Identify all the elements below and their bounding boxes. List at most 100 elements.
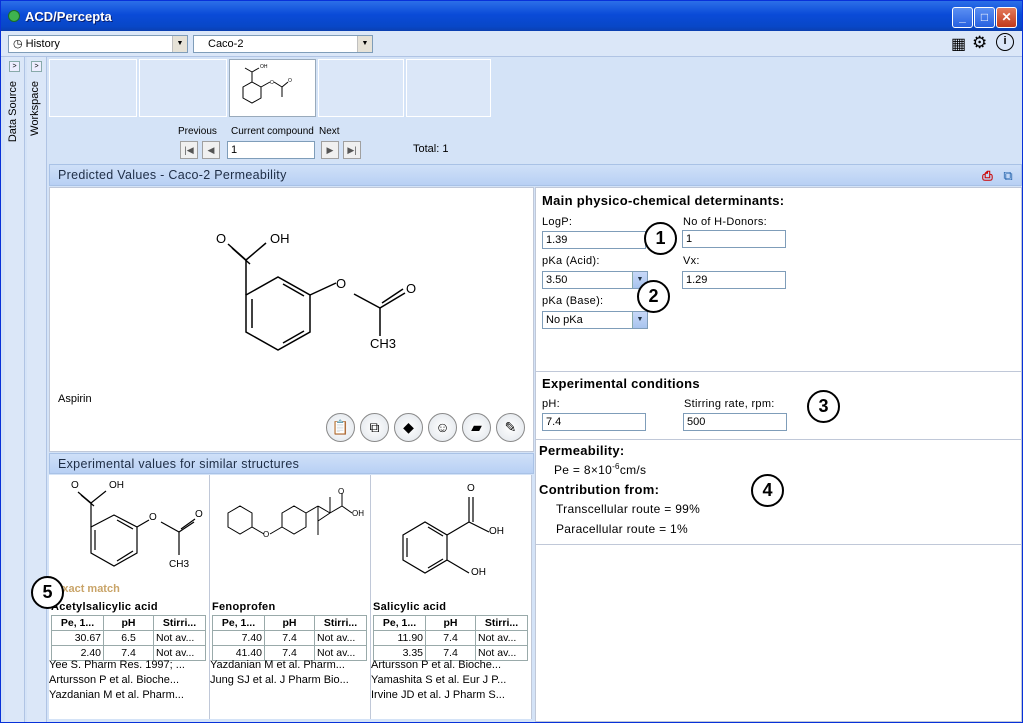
contribution-heading: Contribution from:: [539, 482, 660, 497]
thumbnail-slot[interactable]: [139, 59, 227, 117]
title-bar: ACD/Percepta _ □ ✕: [1, 1, 1022, 31]
clock-icon: ◷: [13, 38, 26, 50]
previous-label: Previous: [178, 126, 217, 137]
toolbar: ◷ History ▼ Caco-2 ▼ ▦ ⚙ i: [1, 31, 1022, 57]
database-icon[interactable]: ◆: [394, 413, 423, 442]
calculator-icon[interactable]: ▦: [951, 34, 966, 54]
open-folder-icon[interactable]: ▰: [462, 413, 491, 442]
pka-acid-label: pKa (Acid):: [542, 255, 600, 267]
vx-field[interactable]: 1.29: [682, 271, 786, 289]
copy-icon[interactable]: ⧉: [1003, 166, 1013, 186]
ester-o-label: O: [336, 276, 347, 291]
similar-name: Acetylsalicylic acid: [51, 601, 158, 613]
similar-header: Experimental values for similar structur…: [49, 453, 534, 474]
reference-text: Yazdanian M et al. Pharm...: [49, 689, 184, 701]
svg-text:O: O: [288, 78, 292, 84]
similar-compound-card[interactable]: O O OH Fenoprofen Pe, 1... pH Stirri... 7.…: [210, 475, 371, 719]
transcellular-text: Transcellular route = 99%: [556, 502, 701, 516]
o-label: O: [467, 483, 475, 494]
data-source-tab[interactable]: > Data Source: [5, 57, 25, 722]
ch3-label: CH3: [169, 559, 190, 570]
reference-text: Artursson P et al. Bioche...: [371, 659, 502, 671]
workspace-tab[interactable]: > Workspace: [27, 57, 47, 722]
current-compound-input[interactable]: 1: [227, 141, 315, 159]
chevron-down-icon[interactable]: ▼: [357, 36, 372, 52]
history-label: History: [25, 38, 60, 50]
module-dropdown[interactable]: Caco-2 ▼: [193, 35, 373, 53]
similar-name: Fenoprofen: [212, 601, 276, 613]
o-label: O: [263, 530, 270, 539]
divider: [536, 544, 1021, 545]
table-row: 30.67 6.5 Not av...: [51, 630, 206, 646]
thumbnail-slot[interactable]: [49, 59, 137, 117]
table-row: 7.40 7.4 Not av...: [212, 630, 367, 646]
thumbnail-slot[interactable]: [318, 59, 404, 117]
reference-text: Yee S. Pharm Res. 1997; ...: [49, 659, 185, 671]
o-label: O: [149, 512, 157, 523]
table-row: 11.90 7.4 Not av...: [373, 630, 528, 646]
pe-value: Pe = 8×10-6cm/s: [554, 462, 647, 477]
salicylic-structure: [402, 497, 490, 574]
ph-field[interactable]: 7.4: [542, 413, 646, 431]
thumbnail-aspirin[interactable]: OH O O: [229, 59, 316, 117]
callout-3: 3: [807, 390, 840, 423]
data-source-label: Data Source: [7, 81, 19, 143]
history-dropdown[interactable]: ◷ History ▼: [8, 35, 188, 53]
clipboard-icon[interactable]: 📋: [326, 413, 355, 442]
divider: [536, 371, 1021, 372]
next-label: Next: [319, 126, 340, 137]
similar-title: Experimental values for similar structur…: [58, 457, 300, 471]
aspirin-thumbnail-structure: OH O O: [242, 64, 292, 104]
first-button[interactable]: |◀: [180, 141, 198, 159]
last-button[interactable]: ▶|: [343, 141, 361, 159]
minimize-button[interactable]: _: [952, 7, 973, 28]
oh-label: OH: [489, 526, 504, 537]
chevron-down-icon[interactable]: ▼: [632, 312, 647, 328]
app-icon: [8, 10, 20, 22]
total-count: Total: 1: [413, 143, 449, 155]
reference-text: Yamashita S et al. Eur J P...: [371, 674, 507, 686]
methyl-label: CH3: [370, 336, 397, 351]
logp-field[interactable]: 1.39: [542, 231, 646, 249]
thumbnail-slot[interactable]: [406, 59, 491, 117]
copy-structure-icon[interactable]: ⧉: [360, 413, 389, 442]
callout-5: 5: [31, 576, 64, 609]
similar-table: Pe, 1... pH Stirri... 11.90 7.4 Not av... 3.…: [373, 615, 528, 661]
exact-match-label: Exact match: [55, 583, 120, 595]
chevron-down-icon[interactable]: ▼: [172, 36, 187, 52]
pka-acid-dropdown[interactable]: 3.50 ▼: [542, 271, 648, 289]
reference-text: Artursson P et al. Bioche...: [49, 674, 180, 686]
similar-table: Pe, 1... pH Stirri... 7.40 7.4 Not av... 41.…: [212, 615, 367, 661]
pdf-icon[interactable]: ⎙: [982, 166, 993, 186]
smiley-icon[interactable]: ☺: [428, 413, 457, 442]
expand-icon[interactable]: >: [9, 61, 20, 72]
gear-icon[interactable]: ⚙: [972, 33, 987, 53]
stirring-field[interactable]: 500: [683, 413, 787, 431]
workspace-label: Workspace: [29, 81, 41, 136]
compound-navigation: Previous Current compound Next |◀ ◀ 1 ▶ …: [49, 119, 1022, 163]
acetylsalicylic-structure: [77, 490, 196, 567]
svg-text:OH: OH: [260, 64, 268, 70]
maximize-button[interactable]: □: [974, 7, 995, 28]
carbonyl-o-label: O: [216, 231, 227, 246]
logp-label: LogP:: [542, 216, 573, 228]
expand-icon[interactable]: >: [31, 61, 42, 72]
pencil-icon[interactable]: ✎: [496, 413, 525, 442]
pka-base-dropdown[interactable]: No pKa ▼: [542, 311, 648, 329]
next-button[interactable]: ▶: [321, 141, 339, 159]
predicted-header: Predicted Values - Caco-2 Permeability ⎙…: [49, 164, 1022, 186]
main-window: ACD/Percepta _ □ ✕ ◷ History ▼ Caco-2 ▼ …: [0, 0, 1023, 723]
compound-name: Aspirin: [58, 393, 92, 405]
close-button[interactable]: ✕: [996, 7, 1017, 28]
hdonors-field[interactable]: 1: [682, 230, 786, 248]
hdonors-label: No of H-Donors:: [683, 216, 767, 228]
fenoprofen-structure: [227, 493, 353, 535]
previous-button[interactable]: ◀: [202, 141, 220, 159]
permeability-heading: Permeability:: [539, 443, 625, 458]
o-label: O: [195, 509, 203, 520]
pka-base-value: No pKa: [546, 314, 583, 326]
ph-label: pH:: [542, 398, 561, 410]
similar-compound-card[interactable]: O OH O O CH3 Exact match Acetylsalicylic…: [49, 475, 210, 719]
info-icon[interactable]: i: [996, 33, 1014, 51]
similar-compound-card[interactable]: O OH OH Salicylic acid Pe, 1... pH Stirri.…: [371, 475, 532, 719]
